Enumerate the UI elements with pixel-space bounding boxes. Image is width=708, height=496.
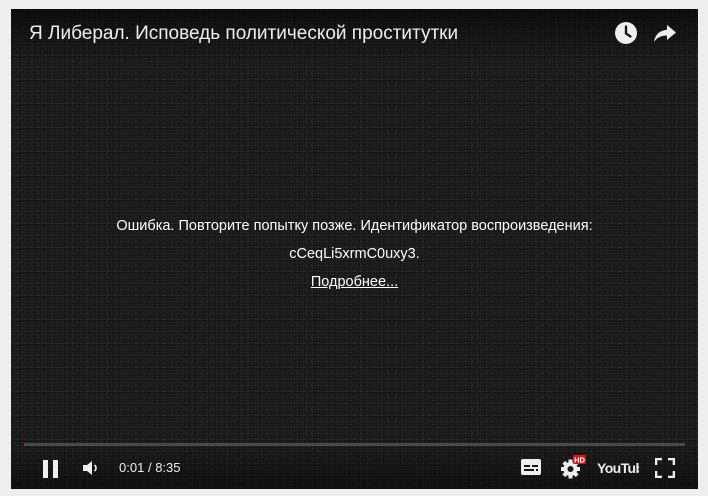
playback-id: cCeqLi5xrmC0uxy3. [289,246,420,262]
title-bar: Я Либерал. Исповедь политической простит… [11,9,698,61]
share-icon[interactable] [653,21,677,45]
clock-icon[interactable] [614,21,638,45]
control-bar [11,445,698,489]
youtube-logo-icon[interactable]: YouTube [597,457,652,484]
error-message: Ошибка. Повторите попытку позже. Идентиф… [11,212,698,296]
video-player[interactable]: Я Либерал. Исповедь политической простит… [11,9,698,489]
time-display: 0:01 / 8:35 [119,460,181,475]
more-info-link[interactable]: Подробнее... [311,274,398,290]
pause-icon[interactable] [41,459,61,484]
volume-icon[interactable] [82,459,100,482]
subtitles-icon[interactable] [520,458,542,481]
youtube-logo-text: YouTube [597,460,639,476]
time-separator: / [147,460,152,475]
error-text: Ошибка. Повторите попытку позже. Идентиф… [116,218,593,234]
hd-badge: HD [574,456,585,465]
current-time: 0:01 [119,460,145,475]
fullscreen-icon[interactable] [654,457,676,483]
duration: 8:35 [155,460,181,475]
video-title[interactable]: Я Либерал. Исповедь политической простит… [29,23,458,45]
settings-icon[interactable]: HD [560,455,586,484]
